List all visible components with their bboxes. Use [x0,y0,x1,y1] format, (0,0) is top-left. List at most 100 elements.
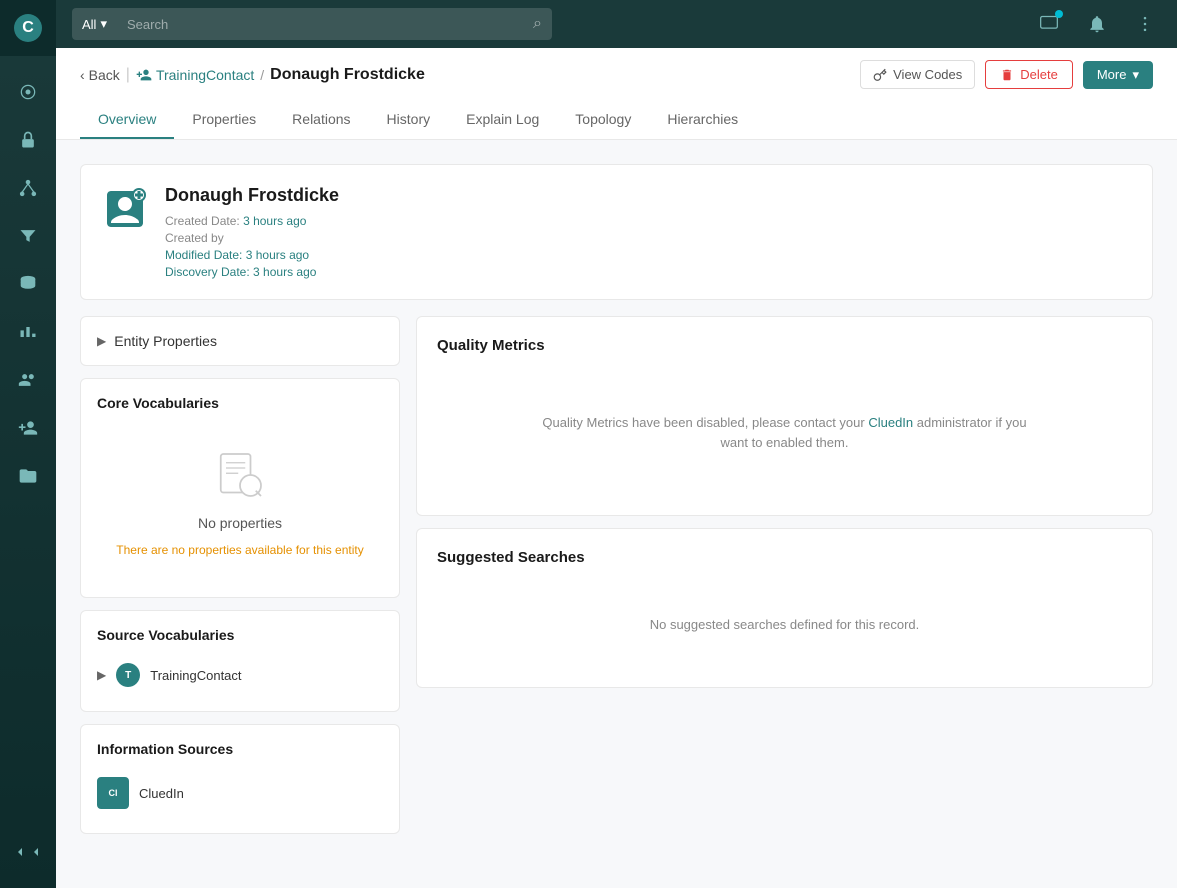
created-date-value: 3 hours ago [243,214,306,228]
sidebar-bottom [8,832,48,888]
breadcrumb-row: ‹ Back | TrainingContact / Donaugh Frost… [80,60,1153,89]
main-content: All ▾ ⌕ [56,0,1177,888]
discovery-date-value: 3 hours ago [253,265,316,279]
breadcrumb-slash: / [260,67,264,83]
information-sources-title: Information Sources [97,741,383,757]
sidebar-logo[interactable]: C [0,0,56,56]
more-label: More [1097,67,1127,82]
vocab-name: TrainingContact [150,668,241,683]
trash-icon [1000,68,1014,82]
person-add-icon [18,418,38,438]
search-input[interactable] [127,17,533,32]
search-container: All ▾ ⌕ [72,8,552,40]
entity-properties-header[interactable]: ▶ Entity Properties [97,333,383,349]
person-add-small-icon [136,67,152,83]
more-options-btn[interactable] [1129,8,1161,40]
chevron-down-icon: ▾ [100,16,107,32]
tab-explain-log[interactable]: Explain Log [448,101,557,139]
topbar: All ▾ ⌕ [56,0,1177,48]
entity-properties-section: ▶ Entity Properties [80,316,400,366]
home-icon [18,82,38,102]
sidebar-item-folder[interactable] [8,456,48,496]
two-column-layout: ▶ Entity Properties Core Vocabularies [80,316,1153,834]
left-column: ▶ Entity Properties Core Vocabularies [80,316,400,834]
tab-overview[interactable]: Overview [80,101,174,139]
entity-properties-chevron: ▶ [97,334,106,348]
suggested-searches-card: Suggested Searches No suggested searches… [416,528,1153,688]
sidebar-item-home[interactable] [8,72,48,112]
info-source-name: CluedIn [139,786,184,801]
back-button[interactable]: ‹ Back [80,67,120,83]
tab-properties[interactable]: Properties [174,101,274,139]
topbar-right [1033,8,1161,40]
search-input-wrap: ⌕ [117,8,552,40]
vocab-item-training-contact[interactable]: ▶ T TrainingContact [97,655,383,695]
tab-topology[interactable]: Topology [557,101,649,139]
created-by-row: Created by [165,231,339,245]
entity-person-icon [101,185,149,233]
core-vocabularies-title: Core Vocabularies [97,395,383,411]
sidebar-item-database[interactable] [8,264,48,304]
modified-date-value: 3 hours ago [246,248,309,262]
database-icon [18,274,38,294]
breadcrumb-parent-link[interactable]: TrainingContact [136,67,254,83]
vocab-icon: T [116,663,140,687]
expand-icon [12,844,28,860]
more-button[interactable]: More ▾ [1083,61,1153,89]
sidebar-item-network[interactable] [8,168,48,208]
entity-card: Donaugh Frostdicke Created Date: 3 hours… [80,164,1153,300]
sidebar-nav [8,56,48,832]
tab-hierarchies[interactable]: Hierarchies [649,101,756,139]
users-icon [18,370,38,390]
lock-icon [18,130,38,150]
right-column: Quality Metrics Quality Metrics have bee… [416,316,1153,688]
monitor-icon-btn[interactable] [1033,8,1065,40]
search-type-dropdown[interactable]: All ▾ [72,8,117,40]
created-date-row: Created Date: 3 hours ago [165,214,339,228]
sidebar: C [0,0,56,888]
back-chevron-icon: ‹ [80,67,85,83]
tab-history[interactable]: History [369,101,449,139]
sidebar-item-person-add[interactable] [8,408,48,448]
no-properties-icon [212,447,268,503]
cluedin-link[interactable]: CluedIn [868,415,913,430]
view-codes-button[interactable]: View Codes [860,60,975,89]
tabs: Overview Properties Relations History Ex… [80,101,1153,139]
breadcrumb-separator: | [126,66,130,84]
chevron-down-icon: ▾ [1132,67,1139,83]
back-label: Back [89,67,120,83]
no-properties-desc: There are no properties available for th… [116,543,363,557]
no-properties-label: No properties [198,515,282,531]
info-source-cluedin: Cl CluedIn [97,769,383,817]
sidebar-item-filter[interactable] [8,216,48,256]
delete-button[interactable]: Delete [985,60,1073,89]
quality-metrics-title: Quality Metrics [437,337,1132,354]
core-vocabularies-section: Core Vocabularies No properties [80,378,400,598]
sidebar-item-analytics[interactable] [8,312,48,352]
sidebar-expand-button[interactable] [8,832,48,872]
quality-metrics-message: Quality Metrics have been disabled, plea… [535,413,1035,452]
created-by-label: Created by [165,231,224,245]
modified-date-label: Modified Date: [165,248,242,262]
quality-metrics-card: Quality Metrics Quality Metrics have bee… [416,316,1153,516]
bell-icon-btn[interactable] [1081,8,1113,40]
entity-meta: Created Date: 3 hours ago Created by Mod… [165,214,339,279]
logo-icon: C [14,14,42,42]
tab-relations[interactable]: Relations [274,101,368,139]
sidebar-item-lock[interactable] [8,120,48,160]
content-area: ‹ Back | TrainingContact / Donaugh Frost… [56,48,1177,888]
vocab-chevron: ▶ [97,668,106,682]
key-icon [873,68,887,82]
info-source-badge: Cl [97,777,129,809]
search-type-label: All [82,17,96,32]
suggested-searches-message: No suggested searches defined for this r… [650,617,920,632]
sidebar-item-users[interactable] [8,360,48,400]
folder-icon [18,466,38,486]
header-actions: View Codes Delete More ▾ [860,60,1153,89]
discovery-date-label: Discovery Date: [165,265,250,279]
network-icon [18,178,38,198]
no-properties-container: No properties There are no properties av… [97,423,383,581]
entity-info: Donaugh Frostdicke Created Date: 3 hours… [165,185,339,279]
quality-metrics-body: Quality Metrics have been disabled, plea… [437,370,1132,495]
breadcrumb-current-label: Donaugh Frostdicke [270,66,425,84]
